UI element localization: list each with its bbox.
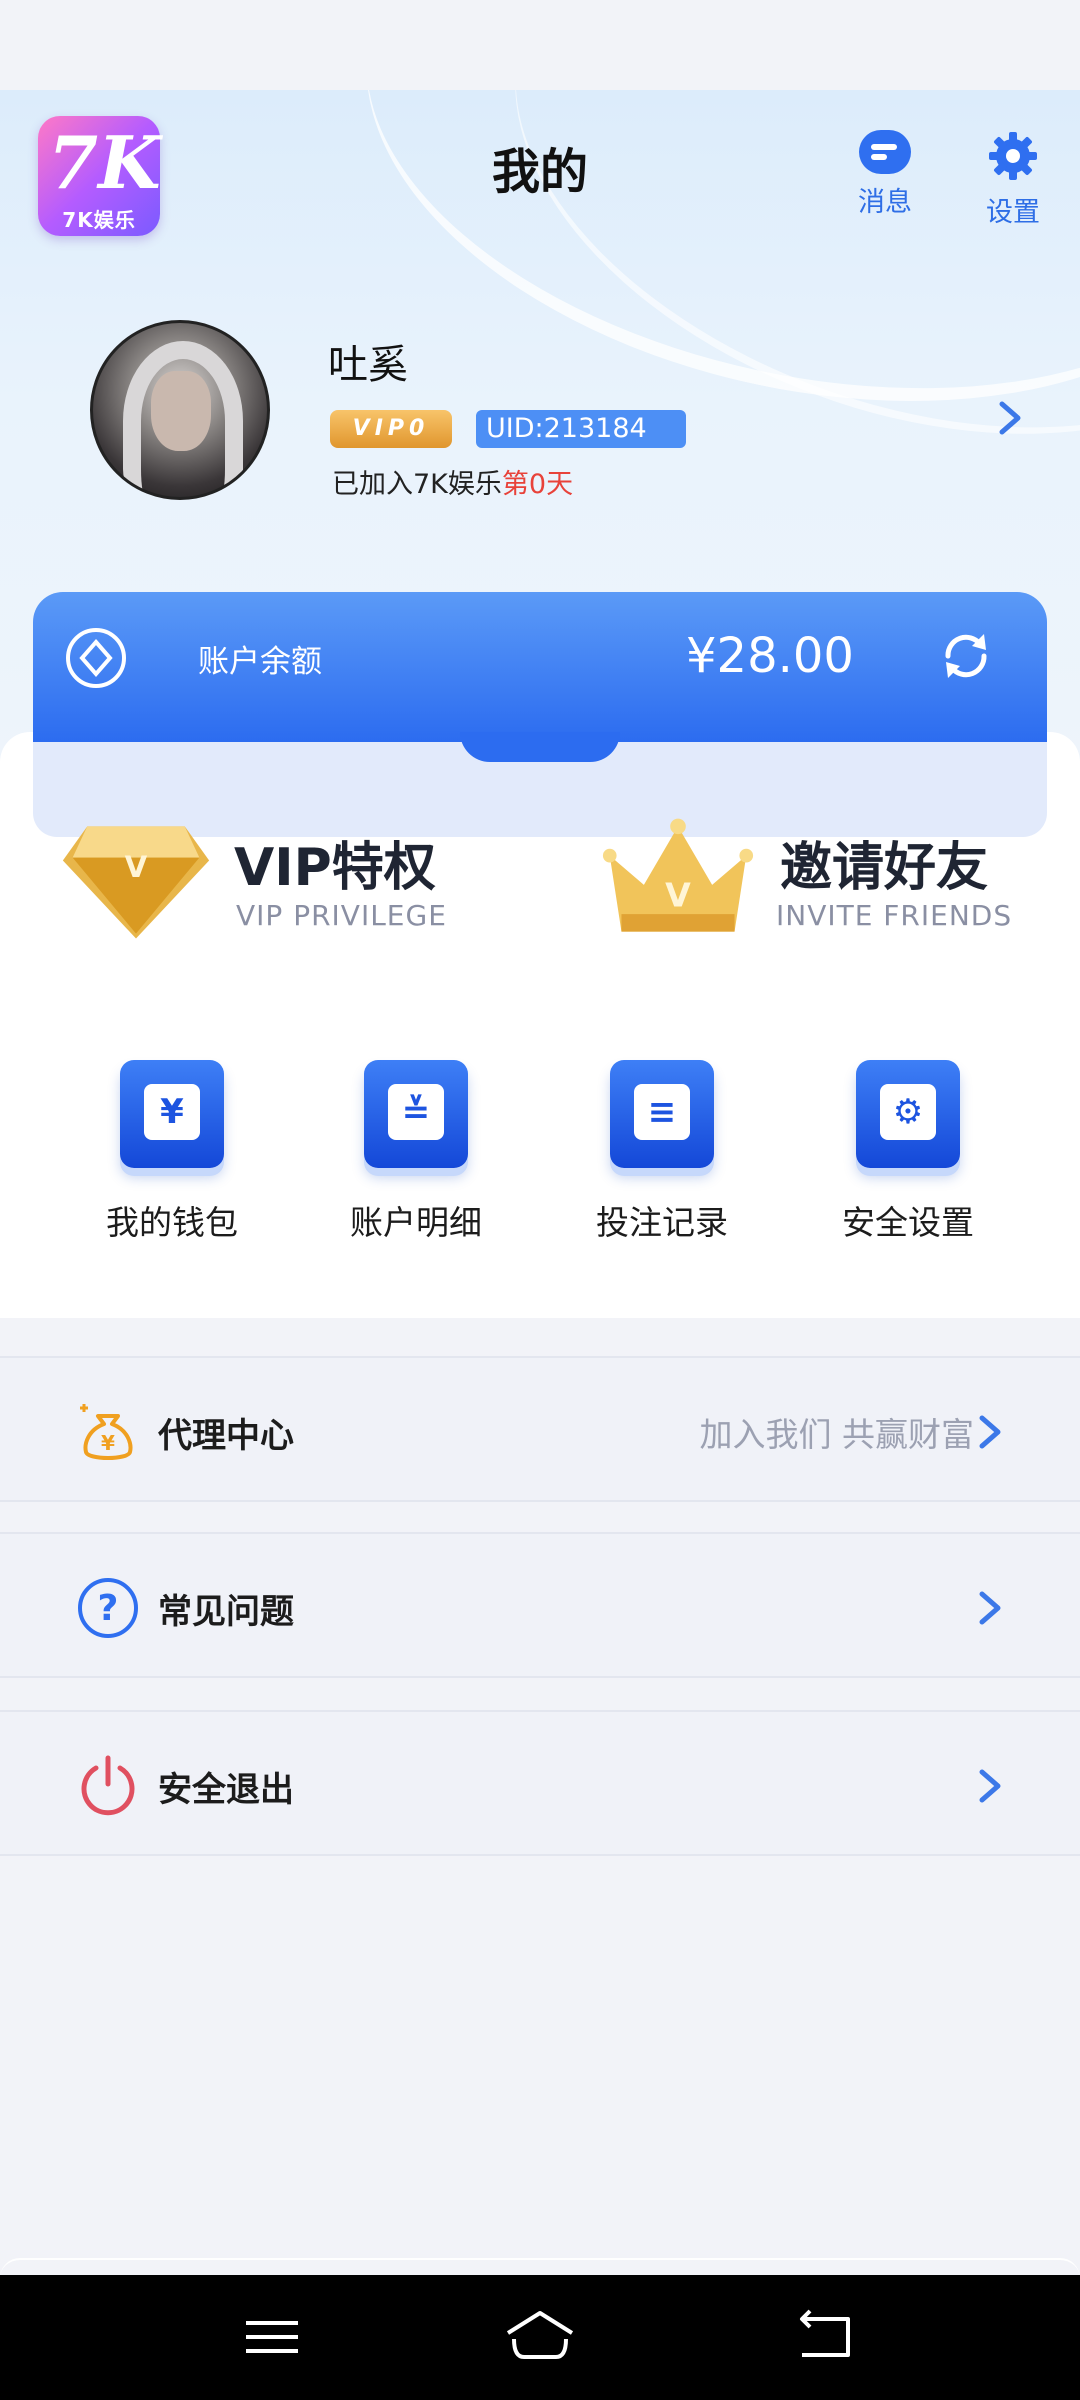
gear-icon xyxy=(989,132,1037,180)
join-days-text: 已加入7K娱乐第0天 xyxy=(332,462,573,501)
messages-button[interactable]: 消息 xyxy=(840,130,930,219)
question-icon: ? xyxy=(78,1578,138,1638)
home-icon[interactable] xyxy=(500,2305,580,2369)
join-days: 第0天 xyxy=(501,469,574,500)
chevron-right-icon xyxy=(979,1415,1001,1449)
vip-badge: VIP0 xyxy=(330,410,452,448)
vip-privilege-subtitle: VIP PRIVILEGE xyxy=(236,899,447,932)
svg-text:V: V xyxy=(665,875,691,914)
menu-item-faq[interactable]: ? 常见问题 xyxy=(0,1532,1080,1678)
agent-center-label: 代理中心 xyxy=(158,1416,294,1456)
chevron-right-icon xyxy=(979,1769,1001,1803)
back-icon[interactable] xyxy=(786,2305,866,2369)
my-wallet-button[interactable]: ¥ 我的钱包 xyxy=(82,1060,262,1244)
faq-label: 常见问题 xyxy=(158,1592,294,1632)
menu-item-logout[interactable]: 安全退出 xyxy=(0,1710,1080,1856)
bet-record-icon: ≡ xyxy=(610,1060,714,1168)
wallet-icon: ¥ xyxy=(120,1060,224,1168)
svg-text:V: V xyxy=(125,850,148,884)
message-icon xyxy=(859,130,911,174)
settings-button[interactable]: 设置 xyxy=(968,130,1058,229)
status-bar xyxy=(0,0,1080,90)
svg-text:¥: ¥ xyxy=(101,1431,115,1455)
vip-privilege-card[interactable]: V VIP特权 VIP PRIVILEGE xyxy=(58,815,478,955)
diamond-v-icon: V xyxy=(62,826,210,939)
balance-label: 账户余额 xyxy=(198,644,322,680)
uid-badge: UID:213184 xyxy=(476,410,686,448)
shield-gear-icon: ⚙ xyxy=(856,1060,960,1168)
security-settings-button[interactable]: ⚙ 安全设置 xyxy=(818,1060,998,1244)
invite-friends-card[interactable]: V 邀请好友 INVITE FRIENDS xyxy=(600,815,1020,955)
coin-icon xyxy=(66,628,126,688)
settings-label: 设置 xyxy=(986,197,1040,228)
menu-item-agent-center[interactable]: ¥ 代理中心 加入我们 共赢财富 xyxy=(0,1356,1080,1502)
join-prefix: 已加入7K娱乐 xyxy=(332,469,502,500)
balance-card-notch xyxy=(460,732,620,762)
system-navigation-bar xyxy=(0,2275,1080,2400)
vip-privilege-title: VIP特权 xyxy=(234,838,436,898)
ledger-icon: ≚ xyxy=(364,1060,468,1168)
svg-text:?: ? xyxy=(98,1588,119,1629)
avatar-face xyxy=(151,371,211,451)
user-name: 吐奚 xyxy=(328,342,408,388)
logout-label: 安全退出 xyxy=(158,1770,294,1810)
invite-friends-subtitle: INVITE FRIENDS xyxy=(776,899,1013,932)
account-details-label: 账户明细 xyxy=(350,1203,482,1242)
balance-amount: ¥28.00 xyxy=(686,628,854,684)
money-bag-icon: ¥ xyxy=(80,1404,133,1460)
agent-center-hint: 加入我们 共赢财富 xyxy=(699,1415,975,1454)
menu-icon[interactable] xyxy=(232,2305,312,2369)
messages-label: 消息 xyxy=(858,187,912,218)
balance-card xyxy=(33,592,1047,742)
avatar[interactable] xyxy=(90,320,270,500)
invite-friends-title: 邀请好友 xyxy=(780,838,989,898)
crown-icon: V xyxy=(602,818,754,932)
logo-subtext: 7K娱乐 xyxy=(62,208,136,232)
my-wallet-label: 我的钱包 xyxy=(106,1203,238,1242)
chevron-right-icon xyxy=(979,1591,1001,1625)
security-settings-label: 安全设置 xyxy=(842,1203,974,1242)
bet-records-button[interactable]: ≡ 投注记录 xyxy=(572,1060,752,1244)
chevron-right-icon[interactable] xyxy=(990,398,1030,438)
power-icon xyxy=(81,1755,135,1816)
bet-records-label: 投注记录 xyxy=(596,1203,728,1242)
refresh-icon[interactable] xyxy=(936,626,996,686)
account-details-button[interactable]: ≚ 账户明细 xyxy=(326,1060,506,1244)
